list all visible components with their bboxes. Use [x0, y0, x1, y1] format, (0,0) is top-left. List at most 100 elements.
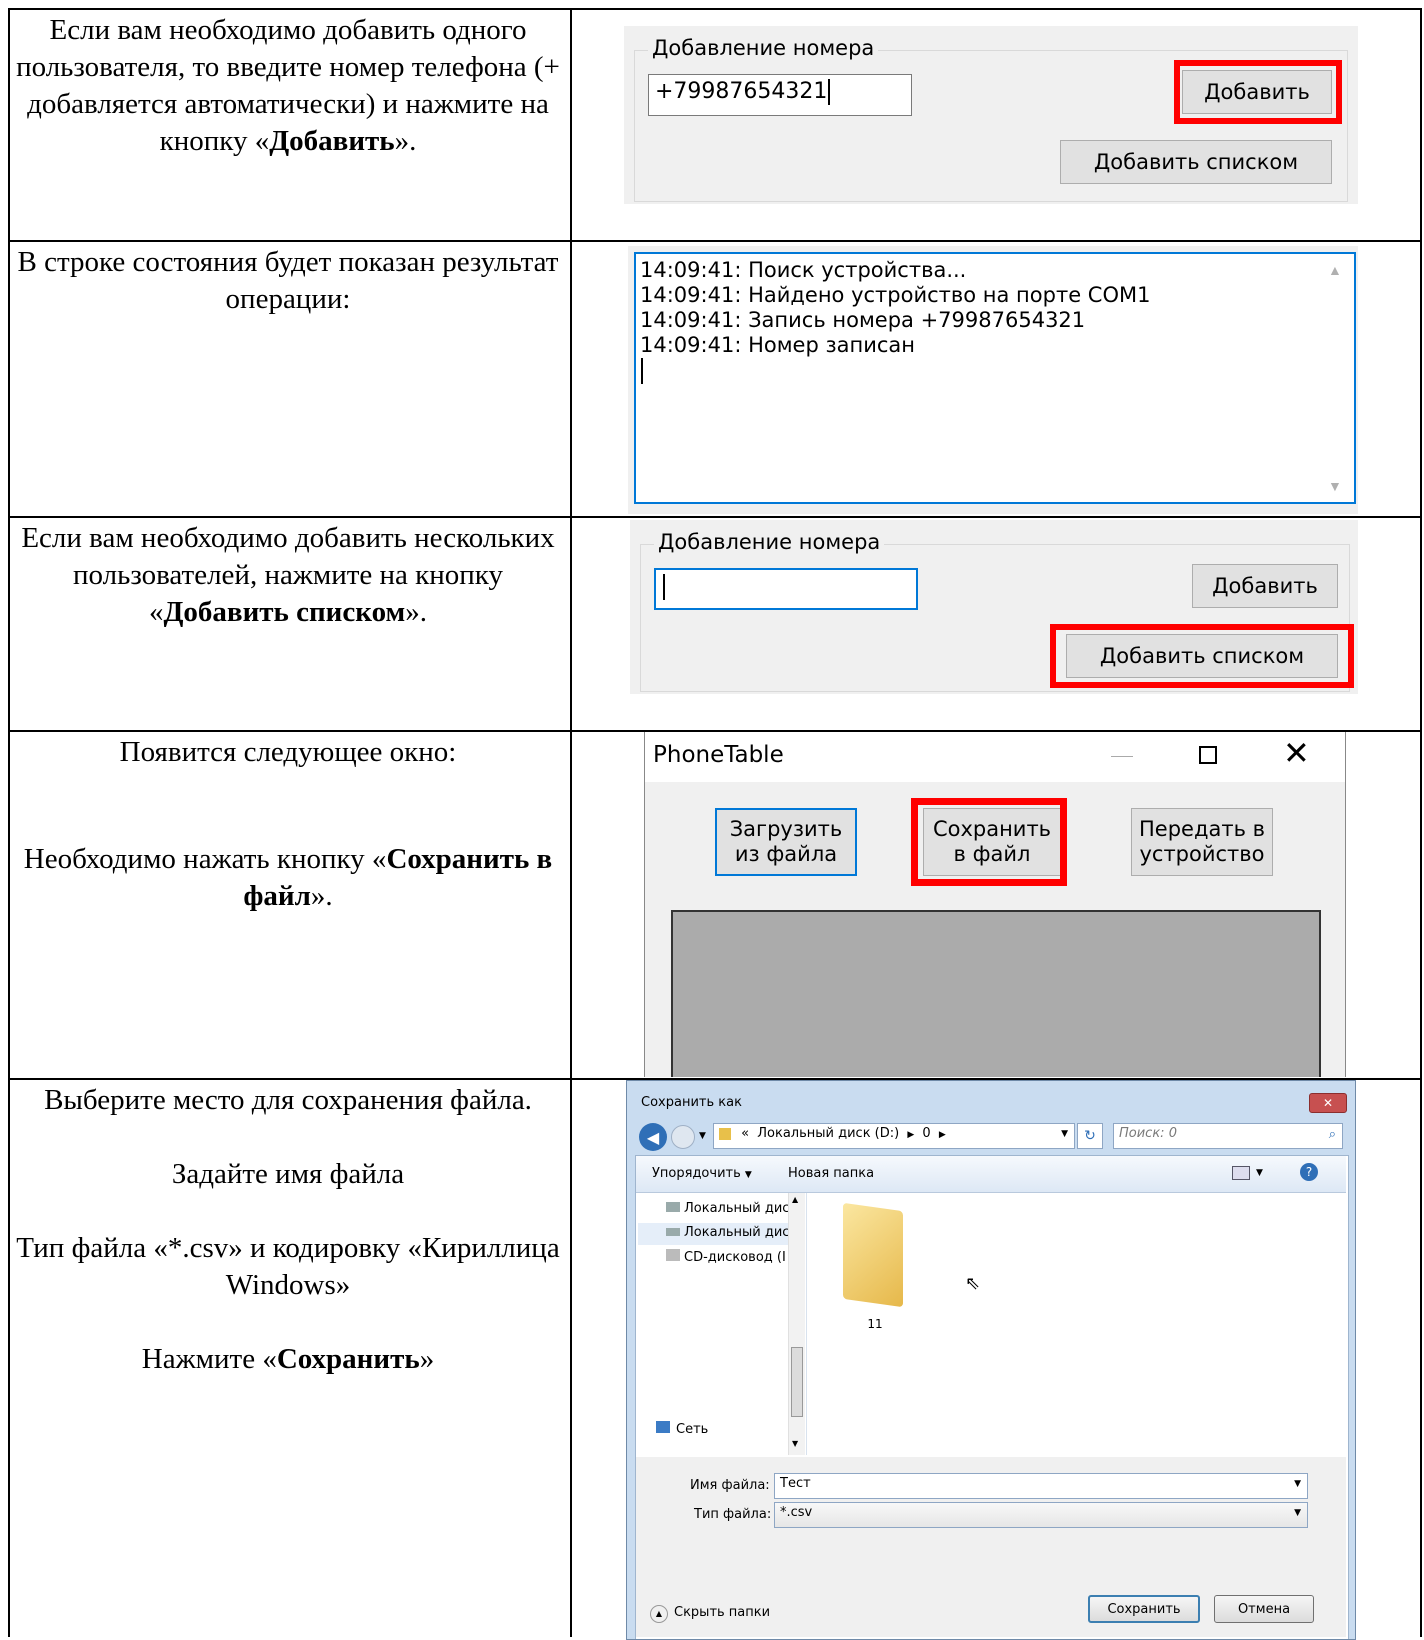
instruction-row-5: Выберите место для сохранения файла. Зад…: [14, 1082, 562, 1378]
instruction-segment: ».: [394, 125, 417, 157]
folder-label: 11: [867, 1317, 883, 1331]
hide-folders-toggle[interactable]: ▲ Скрыть папки: [650, 1605, 770, 1623]
history-dropdown-icon[interactable]: ▼: [699, 1131, 706, 1141]
window-titlebar: PhoneTable ✕: [645, 732, 1345, 782]
phone-input[interactable]: [654, 568, 918, 610]
help-icon[interactable]: ?: [1300, 1163, 1318, 1181]
refresh-button[interactable]: ↻: [1077, 1123, 1103, 1149]
folder-item[interactable]: 11: [833, 1199, 917, 1335]
minimize-icon[interactable]: [1111, 756, 1133, 757]
nav-scrollbar[interactable]: ▲ ▼: [788, 1193, 805, 1455]
nav-item-content: Локальный дис: [666, 1225, 792, 1240]
text-caret: [663, 574, 665, 600]
instruction-row-2: В строке состояния будет показан результ…: [14, 244, 562, 318]
chevron-down-icon[interactable]: ▼: [1294, 1508, 1301, 1518]
search-icon: ⌕: [1328, 1127, 1336, 1142]
log-caret-line: [640, 358, 1350, 384]
log-line: 14:09:41: Номер записан: [640, 333, 916, 357]
send-to-device-button[interactable]: Передать в устройство: [1131, 808, 1273, 876]
view-icon[interactable]: [1232, 1166, 1250, 1180]
folder-icon: [843, 1202, 903, 1308]
nav-item-cd-drive[interactable]: CD-дисковод (I: [666, 1249, 794, 1265]
close-icon[interactable]: ✕: [1283, 734, 1310, 772]
organize-menu[interactable]: Упорядочить ▼: [652, 1166, 752, 1181]
table-border-row2: [8, 516, 1422, 518]
maximize-icon[interactable]: [1199, 746, 1217, 764]
log-panel: 14:09:41: Поиск устройства... 14:09:41: …: [628, 246, 1358, 514]
save-button[interactable]: Сохранить: [1088, 1595, 1200, 1623]
add-button[interactable]: Добавить: [1192, 564, 1338, 608]
nav-item-label: Локальный дис: [684, 1201, 790, 1216]
add-number-panel-2: Добавление номера Добавить Добавить спис…: [630, 520, 1358, 694]
log-line: 14:09:41: Поиск устройства...: [640, 258, 967, 282]
path-separator-icon: ▶: [938, 1130, 946, 1140]
drive-icon: [666, 1228, 680, 1236]
cancel-button[interactable]: Отмена: [1214, 1595, 1314, 1623]
phone-grid[interactable]: [671, 910, 1321, 1077]
add-list-button[interactable]: Добавить списком: [1060, 140, 1332, 184]
instruction-text: Появится следующее окно:: [119, 736, 457, 768]
phone-input[interactable]: +79987654321: [648, 74, 912, 116]
status-log[interactable]: 14:09:41: Поиск устройства... 14:09:41: …: [634, 252, 1356, 504]
instruction-text: Необходимо нажать кнопку «Сохранить в фа…: [14, 841, 562, 915]
highlight-box: [1174, 60, 1342, 124]
phonetable-window: PhoneTable ✕ Загрузить из файла Сохранит…: [644, 732, 1346, 1077]
scroll-up-icon[interactable]: ▲: [1328, 262, 1342, 278]
scroll-thumb[interactable]: [791, 1347, 803, 1417]
instruction-text: В строке состояния будет показан результ…: [17, 246, 559, 315]
table-border-mid: [570, 8, 572, 1637]
instruction-segment: ».: [405, 596, 428, 628]
instruction-row-1: Если вам необходимо добавить одного поль…: [14, 12, 562, 160]
table-border-left: [8, 8, 10, 1637]
search-input[interactable]: Поиск: 0 ⌕: [1113, 1123, 1343, 1149]
scroll-down-icon[interactable]: ▼: [792, 1439, 798, 1448]
address-dropdown-icon[interactable]: ▼: [1061, 1129, 1068, 1139]
load-from-file-button[interactable]: Загрузить из файла: [715, 808, 857, 876]
filetype-value: *.csv: [780, 1505, 813, 1520]
view-dropdown-icon[interactable]: ▼: [1256, 1168, 1263, 1178]
instruction-text: Выберите место для сохранения файла.: [44, 1084, 532, 1116]
nav-item-label: CD-дисковод (I: [684, 1250, 786, 1265]
chevron-down-icon: ▼: [744, 1170, 752, 1180]
forward-button[interactable]: [671, 1125, 695, 1149]
instruction-bold: Добавить: [269, 125, 395, 157]
table-border-top: [8, 8, 1422, 10]
path-folder[interactable]: 0: [922, 1126, 930, 1141]
navigation-pane: Локальный дис Локальный дис CD-дисковод …: [636, 1193, 807, 1455]
instruction-text: Задайте имя файла: [171, 1158, 405, 1190]
cd-drive-icon: [666, 1249, 680, 1261]
path-drive[interactable]: Локальный диск (D:): [757, 1126, 899, 1141]
filetype-label: Тип файла:: [694, 1507, 772, 1522]
scroll-up-icon[interactable]: ▲: [792, 1195, 798, 1204]
network-icon: [656, 1421, 670, 1433]
nav-item-label: Локальный дис: [684, 1225, 790, 1240]
new-folder-button[interactable]: Новая папка: [788, 1166, 874, 1181]
hide-folders-label: Скрыть папки: [674, 1605, 771, 1620]
nav-item-network[interactable]: Сеть: [656, 1421, 708, 1437]
instruction-text: Если вам необходимо добавить одного поль…: [14, 12, 562, 160]
nav-item-local-disk-1[interactable]: Локальный дис: [666, 1201, 794, 1216]
dialog-toolbar: Упорядочить ▼ Новая папка ▼ ?: [636, 1156, 1346, 1193]
instruction-text: Если вам необходимо добавить нескольких …: [14, 520, 562, 631]
instruction-row-4: Появится следующее окно: Необходимо нажа…: [14, 734, 562, 915]
instruction-segment: »: [419, 1343, 435, 1375]
back-button[interactable]: ◀: [639, 1123, 667, 1151]
text-caret: [828, 79, 831, 105]
filename-value: Тест: [780, 1476, 811, 1491]
address-bar[interactable]: « Локальный диск (D:) ▶ 0 ▶ ▼: [713, 1123, 1075, 1149]
instruction-text: Нажмите «Сохранить»: [14, 1341, 562, 1378]
highlight-box: [911, 798, 1067, 886]
nav-item-label: Сеть: [676, 1422, 709, 1437]
filename-input[interactable]: Тест ▼: [774, 1473, 1308, 1499]
close-icon[interactable]: ✕: [1309, 1093, 1347, 1113]
log-line: 14:09:41: Найдено устройство на порте CO…: [640, 283, 1151, 307]
chevron-down-icon[interactable]: ▼: [1294, 1479, 1301, 1489]
drive-icon: [666, 1202, 680, 1212]
scroll-down-icon[interactable]: ▼: [1328, 478, 1342, 494]
filetype-select[interactable]: *.csv ▼: [774, 1502, 1308, 1528]
instruction-bold: Добавить списком: [163, 596, 406, 628]
table-border-right: [1420, 8, 1422, 1637]
phone-input-value: +79987654321: [655, 79, 828, 104]
instruction-text: Тип файла «*.csv» и кодировку «Кириллица…: [16, 1232, 560, 1301]
nav-item-local-disk-2[interactable]: Локальный дис: [638, 1223, 792, 1245]
